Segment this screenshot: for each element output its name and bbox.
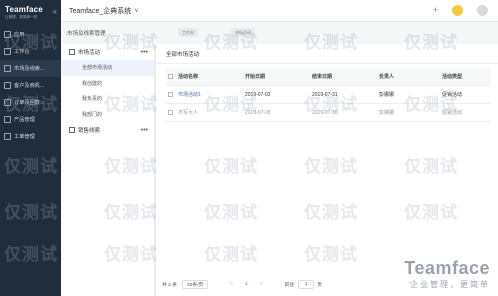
module-title: 市场及线索管理 [67,31,106,37]
start-date: 2019-07-02 [245,91,271,98]
notification-icon[interactable] [452,5,463,16]
sidebar-item-label: 订单及回款... [14,100,45,106]
table-row[interactable]: 不写大人 2019-07-28 2019-07-30 彭娜娜 促销活动 [166,104,491,122]
sidebar-item-label: 产品管理 [14,117,35,123]
end-date: 2019-07-31 [312,91,338,98]
collapse-sidebar-icon[interactable]: « [53,7,57,16]
page-size-select[interactable]: 20条/页 [181,279,209,289]
sidebar-item-customers[interactable]: 客户及商机... [0,77,61,94]
more-icon[interactable]: ••• [141,127,148,134]
sidebar-item-workbench[interactable]: 工作台 [0,43,61,60]
next-page-button[interactable]: > [260,282,263,287]
filter-created-by-me[interactable]: 我创建的 [61,76,154,92]
orders-icon [4,99,11,106]
marketing-icon [4,65,11,72]
left-panel: 市场活动 ••• 全部市场活动 我创建的 我负责的 我部门的 销售线索 ••• [61,44,155,296]
activity-name[interactable]: 市场活动1 [178,91,245,98]
pagination: 共 2 条 20条/页 < 1 > 前往 1 页 [162,277,492,291]
activity-type: 促销活动 [442,92,463,98]
breadcrumb: 市场及线索管理 工作台 市场活动 [61,22,498,44]
filter-owned-by-me[interactable]: 我负责的 [61,91,154,107]
table-header: 活动名称 开始日期 结束日期 负责人 活动类型 [166,68,491,86]
sidebar-item-orders[interactable]: 订单及回款... [0,94,61,111]
prev-page-button[interactable]: < [230,282,233,287]
add-icon[interactable]: + [433,6,438,15]
start-date: 2019-07-28 [245,109,271,116]
sidebar-item-products[interactable]: 产品管理 [0,111,61,128]
activity-table: 活动名称 开始日期 结束日期 负责人 活动类型 市场活动1 2019-07-02… [166,68,491,122]
logo-area: Teamface 让管理，更简单一些 « [0,0,61,26]
tab-marketing-activity[interactable]: 市场活动 [231,28,255,37]
tab-workbench[interactable]: 工作台 [178,28,198,37]
leads-icon [69,127,75,133]
more-icon[interactable]: ••• [141,49,148,56]
sidebar-item-label: 客户及商机... [14,83,45,89]
top-actions: + [433,5,488,16]
sidebar-item-apps[interactable]: 应用 [0,26,61,43]
end-date: 2019-07-30 [312,109,338,116]
filter-all-activities[interactable]: 全部市场活动 [61,60,154,76]
sidebar-item-label: 工作台 [14,49,30,55]
sidebar-item-label: 市场及线索... [14,66,45,72]
sidebar-item-label: 应用 [14,32,25,38]
owner: 彭娜娜 [379,92,395,98]
filter-my-department[interactable]: 我部门的 [61,107,154,123]
tickets-icon [4,133,11,140]
table-row[interactable]: 市场活动1 2019-07-02 2019-07-31 彭娜娜 促销活动 [166,86,491,104]
row-checkbox[interactable] [166,92,178,97]
column-header[interactable]: 负责人 [379,73,442,80]
main-content: 全部市场活动 活动名称 开始日期 结束日期 负责人 活动类型 市场活动1 201… [156,44,498,296]
activity-type: 促销活动 [442,110,463,116]
sidebar-item-marketing[interactable]: 市场及线索... [0,60,61,77]
page-unit-label: 页 [317,282,322,288]
column-header[interactable]: 活动名称 [178,73,245,80]
owner: 彭娜娜 [379,110,395,116]
apps-icon [4,31,11,38]
column-header[interactable]: 结束日期 [312,73,379,80]
page-title: 全部市场活动 [156,44,498,64]
goto-page-input[interactable]: 1 [298,279,315,289]
workbench-icon [4,48,11,55]
sidebar-item-tickets[interactable]: 工单管理 [0,128,61,145]
goto-label: 前往 [284,282,295,288]
sidebar: Teamface 让管理，更简单一些 « 应用 工作台 市场及线索... 客户及… [0,0,61,296]
select-all-checkbox[interactable] [166,74,178,79]
group-sales-leads[interactable]: 销售线索 ••• [61,122,154,138]
total-count: 共 2 条 [162,282,177,288]
activity-name[interactable]: 不写大人 [178,109,245,116]
group-label: 销售线索 [78,128,101,134]
chevron-down-icon[interactable]: ∨ [134,7,138,14]
page-number[interactable]: 1 [245,282,248,287]
column-header[interactable]: 活动类型 [442,73,491,80]
row-checkbox[interactable] [166,110,178,115]
column-header[interactable]: 开始日期 [245,73,312,80]
products-icon [4,116,11,123]
app-title[interactable]: Teamface_企典系统 [69,6,131,16]
top-bar: Teamface_企典系统 ∨ + [61,0,498,22]
group-marketing-activity[interactable]: 市场活动 ••• [61,44,154,60]
group-label: 市场活动 [78,50,101,56]
sidebar-item-label: 工单管理 [14,134,35,140]
customers-icon [4,82,11,89]
avatar[interactable] [477,5,488,16]
activity-icon [69,49,75,55]
